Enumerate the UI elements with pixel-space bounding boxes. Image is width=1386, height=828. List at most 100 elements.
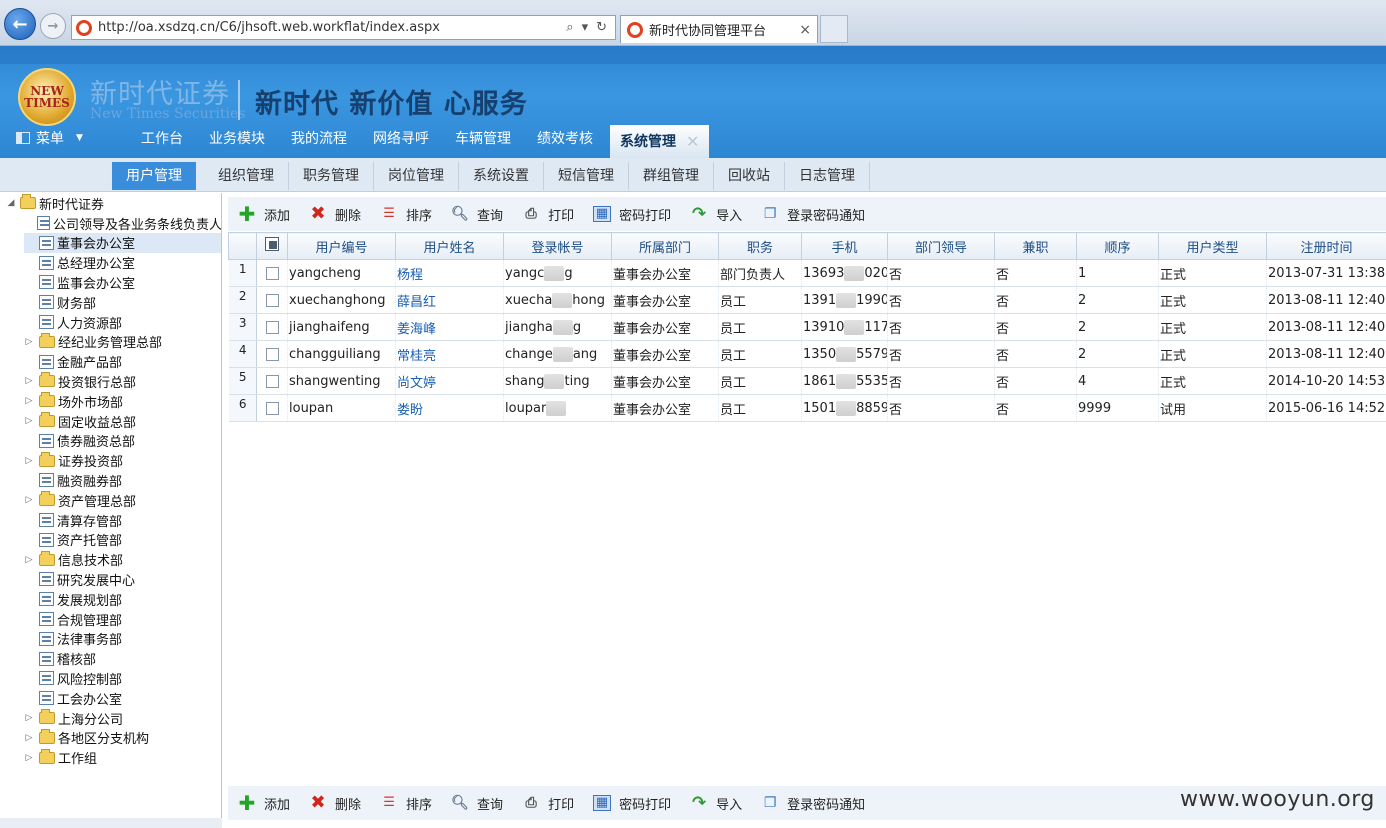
row-checkbox[interactable] [256,313,288,341]
user-name-link[interactable]: 姜海峰 [397,322,436,337]
cell-user-name[interactable]: 常桂亮 [395,340,504,368]
browser-tab[interactable]: 新时代协同管理平台 × [620,15,818,43]
dropdown-icon[interactable]: ▾ [582,20,589,35]
tree-node[interactable]: 债券融资总部 [24,431,221,451]
expand-icon[interactable]: ▷ [24,376,34,386]
user-name-link[interactable]: 常桂亮 [397,349,436,364]
select-all-checkbox[interactable] [256,232,288,260]
sort-button-bottom[interactable]: ☰ 排序 [380,794,432,813]
cell-user-name[interactable]: 姜海峰 [395,313,504,341]
col-user-name[interactable]: 用户姓名 [395,232,504,260]
checkbox-icon[interactable] [266,401,279,415]
tree-node[interactable]: ▷ 投资银行总部 [24,371,221,391]
add-button[interactable]: ✚ 添加 [238,204,290,224]
tree-horizontal-scrollbar[interactable] [0,818,222,828]
import-button-bottom[interactable]: ↷ 导入 [690,794,742,813]
col-dept-leader[interactable]: 部门领导 [887,232,995,260]
checkbox-icon[interactable] [266,374,279,388]
tree-node[interactable]: 资产托管部 [24,530,221,550]
notify-button-bottom[interactable]: ❐ 登录密码通知 [761,794,865,813]
table-row[interactable]: 4 changguiliang 常桂亮 change ang 董事会办公室 员工 1350 55… [228,340,1386,368]
expand-icon[interactable]: ▷ [24,733,34,743]
search-icon[interactable]: ⌕ [566,20,573,35]
print-button[interactable]: ⎙ 打印 [522,205,574,224]
cell-user-name[interactable]: 薛昌红 [395,286,504,314]
col-parttime[interactable]: 兼职 [994,232,1077,260]
refresh-icon[interactable]: ↻ [596,20,607,35]
expand-icon[interactable]: ▷ [24,495,34,505]
tree-node[interactable]: ▷ 经纪业务管理总部 [24,332,221,352]
tree-node[interactable]: 研究发展中心 [24,569,221,589]
row-checkbox[interactable] [256,367,288,395]
col-user-id[interactable]: 用户编号 [287,232,396,260]
tree-node[interactable]: 法律事务部 [24,629,221,649]
cell-user-name[interactable]: 尚文婷 [395,367,504,395]
table-row[interactable]: 1yangcheng杨程yangcg董事会办公室部门负责人136930201否否… [228,259,1386,287]
table-row[interactable]: 3 jianghaifeng姜海峰 jiangha g 董事会办公室员工13910 117… [228,313,1386,341]
user-name-link[interactable]: 杨程 [397,268,423,283]
subnav-log-management[interactable]: 日志管理 [785,162,870,190]
tree-node[interactable]: 财务部 [24,292,221,312]
tree-node[interactable]: 工会办公室 [24,688,221,708]
password-print-button[interactable]: ▦ 密码打印 [593,205,671,224]
query-button-bottom[interactable]: 🔍︎ 查询 [451,794,503,813]
row-checkbox[interactable] [256,394,288,422]
subnav-group-management[interactable]: 群组管理 [629,162,714,190]
checkbox-icon[interactable] [266,293,279,307]
tree-root[interactable]: ◢ 新时代证券 [6,193,104,213]
col-department[interactable]: 所属部门 [611,232,719,260]
checkbox-icon[interactable] [266,320,279,334]
cell-user-name[interactable]: 杨程 [395,259,504,287]
tree-node[interactable]: 总经理办公室 [24,253,221,273]
expand-icon[interactable]: ▷ [24,456,34,466]
expand-icon[interactable]: ▷ [24,555,34,565]
query-button[interactable]: 🔍︎ 查询 [451,205,503,224]
subnav-recycle-bin[interactable]: 回收站 [714,162,785,190]
nav-workbench[interactable]: 工作台 [128,125,196,158]
tree-node[interactable]: 金融产品部 [24,352,221,372]
forward-button[interactable]: → [40,13,66,39]
close-tab-icon[interactable]: × [799,22,817,38]
row-checkbox[interactable] [256,286,288,314]
subnav-user-management[interactable]: 用户管理 [112,162,196,190]
user-name-link[interactable]: 尚文婷 [397,376,436,391]
import-button[interactable]: ↷ 导入 [690,205,742,224]
expand-icon[interactable]: ▷ [24,713,34,723]
user-name-link[interactable]: 娄盼 [397,403,423,418]
nav-performance[interactable]: 绩效考核 [524,125,606,158]
expand-icon[interactable]: ▷ [24,396,34,406]
subnav-org-management[interactable]: 组织管理 [204,162,289,190]
col-mobile[interactable]: 手机 [801,232,888,260]
nav-system-admin[interactable]: 系统管理 ✕ [610,125,710,158]
tree-node[interactable]: 稽核部 [24,649,221,669]
url-text[interactable]: http://oa.xsdzq.cn/C6/jhsoft.web.workfla… [98,20,566,35]
menu-button[interactable]: 菜单 ▼ [16,128,83,148]
tree-node[interactable]: ▷ 资产管理总部 [24,490,221,510]
expand-icon[interactable]: ▷ [24,337,34,347]
col-login-account[interactable]: 登录帐号 [503,232,612,260]
back-button[interactable]: ← [4,8,36,40]
tree-node[interactable]: ▷ 固定收益总部 [24,411,221,431]
tree-node[interactable]: 监事会办公室 [24,272,221,292]
nav-vehicle[interactable]: 车辆管理 [442,125,524,158]
col-order[interactable]: 顺序 [1076,232,1159,260]
tree-node[interactable]: 风险控制部 [24,668,221,688]
sort-button[interactable]: ☰ 排序 [380,205,432,224]
expanded-icon[interactable]: ◢ [6,198,16,208]
new-tab-button[interactable] [820,15,848,43]
close-icon[interactable]: ✕ [686,128,699,156]
delete-button-bottom[interactable]: ✖ 删除 [309,794,361,813]
subnav-duty-management[interactable]: 职务管理 [289,162,374,190]
notify-button[interactable]: ❐ 登录密码通知 [761,205,865,224]
tree-node[interactable]: ▷ 信息技术部 [24,550,221,570]
tree-node[interactable]: 人力资源部 [24,312,221,332]
tree-node[interactable]: ▷ 证券投资部 [24,451,221,471]
tree-node[interactable]: ▷ 各地区分支机构 [24,728,221,748]
tree-node[interactable]: 公司领导及各业务条线负责人 [24,213,221,233]
subnav-post-management[interactable]: 岗位管理 [374,162,459,190]
expand-icon[interactable]: ▷ [24,753,34,763]
row-checkbox[interactable] [256,340,288,368]
nav-my-process[interactable]: 我的流程 [278,125,360,158]
tree-node[interactable]: ▷ 场外市场部 [24,391,221,411]
subnav-sms-management[interactable]: 短信管理 [544,162,629,190]
